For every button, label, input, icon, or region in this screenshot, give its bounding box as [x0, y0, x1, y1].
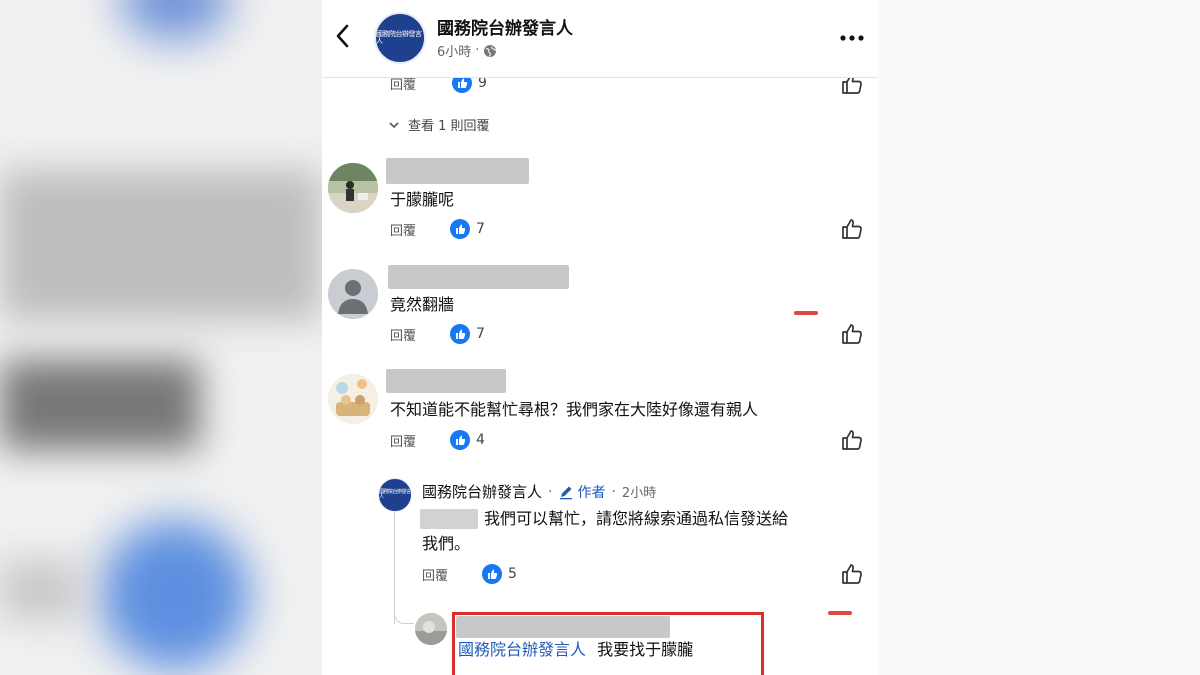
backdrop-band: [0, 170, 322, 320]
post-time: 6小時: [437, 45, 472, 60]
like-badge-icon: [450, 430, 471, 450]
reply-button[interactable]: 回覆: [422, 565, 448, 584]
comment-actions: 回覆 7: [390, 219, 485, 239]
person-silhouette-icon: [328, 269, 378, 319]
avatar[interactable]: [328, 374, 378, 424]
page-name[interactable]: 國務院台辦發言人: [437, 14, 573, 39]
page-avatar[interactable]: 國務院台辦發言人: [374, 12, 426, 64]
author-reply-header: 國務院台辦發言人 · 作者 · 2小時: [422, 481, 656, 502]
like-badge-icon: [450, 219, 471, 239]
page-avatar[interactable]: 國務院台辦發言人: [378, 478, 412, 512]
pencil-icon: [560, 486, 573, 499]
avatar-logo-text: 國務院台辦發言人: [379, 489, 411, 500]
comment-text: 不知道能不能幫忙尋根？我們家在大陸好像還有親人: [390, 400, 759, 419]
meta-separator: ·: [611, 483, 616, 500]
author-name[interactable]: 國務院台辦發言人: [422, 481, 542, 502]
red-mark: [828, 611, 852, 615]
like-count: 4: [476, 432, 485, 448]
post-header: 國務院台辦發言人 國務院台辦發言人 6小時 ·: [322, 0, 878, 78]
reply-text-line1: 我們可以幫忙，請您將線索通過私信發送給: [484, 509, 789, 528]
avatar-photo: [415, 613, 447, 645]
avatar[interactable]: [328, 163, 378, 213]
like-outline-icon[interactable]: [840, 562, 864, 586]
reply-button[interactable]: 回覆: [390, 325, 416, 344]
redacted-name: [388, 265, 569, 289]
reply-text-line2: 我們。: [422, 534, 471, 553]
red-mark: [794, 311, 818, 315]
like-count: 5: [508, 566, 517, 582]
meta-separator: ·: [475, 43, 480, 58]
backdrop-band: [0, 360, 200, 450]
thread-elbow: [394, 604, 414, 624]
more-dots-icon[interactable]: [838, 28, 866, 48]
redacted-name: [386, 369, 506, 393]
redacted-name: [386, 158, 529, 184]
backdrop-band: [0, 560, 80, 620]
avatar[interactable]: [415, 613, 447, 645]
like-count: 7: [476, 326, 485, 342]
reply-time: 2小時: [621, 486, 657, 501]
author-tag-label: 作者: [577, 484, 606, 501]
backdrop-right: [878, 0, 1200, 675]
like-outline-icon[interactable]: [840, 428, 864, 452]
avatar-photo: [328, 163, 378, 213]
redacted-mention: [420, 509, 478, 529]
comment-text: 于朦朧呢: [390, 190, 455, 209]
reply-button[interactable]: 回覆: [390, 431, 416, 450]
post-meta: 6小時 ·: [437, 41, 497, 60]
view-replies-label: 查看 1 則回覆: [408, 119, 490, 134]
like-badge-icon: [450, 324, 471, 344]
nested-reply-body: 我要找于朦朧: [597, 640, 694, 659]
comment-actions: 回覆 7: [390, 324, 485, 344]
like-outline-icon[interactable]: [840, 217, 864, 241]
nested-reply-text: 國務院台辦發言人 我要找于朦朧: [458, 637, 693, 662]
back-arrow-icon[interactable]: [330, 20, 356, 52]
avatar-illustration: [328, 374, 378, 424]
avatar-logo-text: 國務院台辦發言人: [376, 30, 422, 45]
comment-actions: 回覆 5: [422, 564, 517, 584]
page-mention-link[interactable]: 國務院台辦發言人: [458, 640, 586, 659]
default-avatar-icon[interactable]: [328, 269, 378, 319]
like-badge-icon: [482, 564, 503, 584]
facebook-comments-screen: 國務院台辦發言人 國務院台辦發言人 6小時 · 回覆 9 查看 1 則回覆 于朦…: [322, 0, 878, 675]
reply-button[interactable]: 回覆: [390, 220, 416, 239]
like-outline-icon[interactable]: [840, 322, 864, 346]
meta-separator: ·: [548, 483, 553, 500]
author-badge: 作者: [558, 482, 605, 502]
comment-actions: 回覆 4: [390, 430, 485, 450]
view-replies-link[interactable]: 查看 1 則回覆: [388, 115, 490, 134]
like-count: 7: [476, 221, 485, 237]
chevron-down-icon: [389, 121, 399, 128]
globe-icon: [484, 44, 497, 57]
backdrop-blob: [100, 520, 250, 670]
comment-text: 竟然翻牆: [390, 295, 455, 314]
